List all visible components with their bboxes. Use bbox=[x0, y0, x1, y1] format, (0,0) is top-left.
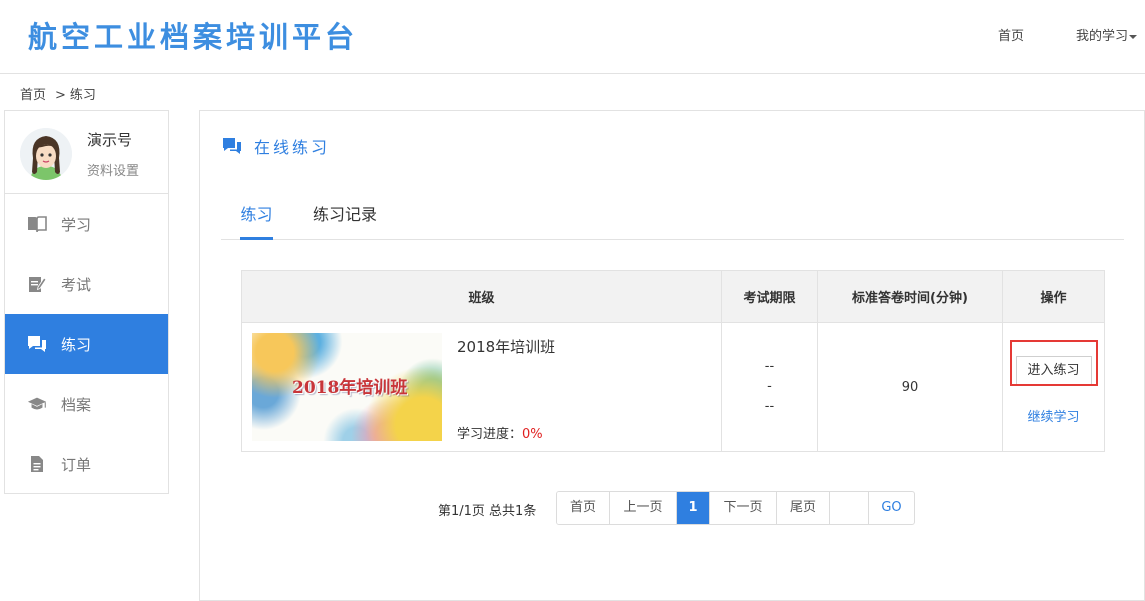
avatar[interactable] bbox=[20, 128, 72, 180]
period-start: -- bbox=[764, 359, 775, 374]
pagination-info: 第1/1页 总共1条 bbox=[438, 504, 537, 519]
sidebar-item-practice[interactable]: 练习 bbox=[5, 314, 168, 374]
sidebar-item-label: 学习 bbox=[61, 215, 92, 234]
pagination: 首页 上一页 1 下一页 尾页 GO bbox=[556, 491, 915, 525]
nav-my-learning-label: 我的学习 bbox=[1076, 29, 1129, 44]
sidebar-item-label: 订单 bbox=[61, 455, 92, 474]
user-name: 演示号 bbox=[87, 131, 133, 149]
sidebar-item-label: 档案 bbox=[61, 395, 92, 414]
sidebar-item-label: 考试 bbox=[61, 275, 92, 294]
site-logo[interactable]: 航空工业档案培训平台 bbox=[28, 14, 358, 56]
page-number-current[interactable]: 1 bbox=[677, 492, 710, 524]
caret-down-icon bbox=[1129, 34, 1138, 39]
column-header-actions: 操作 bbox=[1002, 270, 1105, 323]
page-go-button[interactable]: GO bbox=[869, 492, 914, 524]
page-title-text: 在线练习 bbox=[254, 138, 331, 157]
page-prev-button[interactable]: 上一页 bbox=[610, 492, 677, 524]
table-header-row: 班级 考试期限 标准答卷时间(分钟) 操作 bbox=[241, 270, 1105, 323]
main-panel: 在线练习 练习 练习记录 班级 考试期限 标准答卷时间(分钟) 操作 2018年 bbox=[199, 110, 1145, 601]
user-profile: 演示号 资料设置 bbox=[5, 111, 168, 194]
nav-my-learning-dropdown[interactable]: 我的学习 bbox=[1076, 25, 1138, 44]
profile-settings-link[interactable]: 资料设置 bbox=[87, 160, 139, 179]
class-name: 2018年培训班 bbox=[457, 338, 556, 356]
exam-period: -- - -- bbox=[722, 357, 817, 417]
sidebar-item-study[interactable]: 学习 bbox=[5, 194, 168, 254]
sidebar-item-orders[interactable]: 订单 bbox=[5, 434, 168, 494]
study-progress: 学习进度：0% bbox=[457, 423, 543, 442]
chat-icon bbox=[27, 334, 47, 354]
progress-label: 学习进度： bbox=[457, 427, 523, 442]
document-icon bbox=[27, 454, 47, 474]
tab-bar: 练习 练习记录 bbox=[221, 201, 1124, 240]
breadcrumb-current: 练习 bbox=[69, 88, 96, 103]
progress-value: 0% bbox=[522, 427, 543, 442]
edit-icon bbox=[27, 274, 47, 294]
top-header: 航空工业档案培训平台 首页 我的学习 bbox=[0, 0, 1145, 74]
page-next-button[interactable]: 下一页 bbox=[710, 492, 777, 524]
continue-learning-link[interactable]: 继续学习 bbox=[1003, 406, 1104, 425]
graduation-cap-icon bbox=[27, 394, 47, 414]
page-first-button[interactable]: 首页 bbox=[557, 492, 610, 524]
chat-icon bbox=[222, 137, 242, 155]
period-separator: - bbox=[767, 379, 772, 394]
book-icon bbox=[27, 214, 47, 234]
course-thumbnail[interactable]: 2018年培训班 bbox=[252, 333, 442, 441]
page-last-button[interactable]: 尾页 bbox=[777, 492, 830, 524]
breadcrumb: 首页 > 练习 bbox=[20, 84, 96, 103]
actions-cell: 进入练习 继续学习 bbox=[1002, 322, 1105, 452]
class-cell: 2018年培训班 2018年培训班 学习进度：0% bbox=[241, 322, 722, 452]
column-header-standard-time: 标准答卷时间(分钟) bbox=[817, 270, 1003, 323]
column-header-exam-period: 考试期限 bbox=[721, 270, 818, 323]
standard-time-cell: 90 bbox=[817, 322, 1003, 452]
practice-table: 班级 考试期限 标准答卷时间(分钟) 操作 2018年培训班 2018年培训班 … bbox=[241, 270, 1105, 452]
enter-practice-button[interactable]: 进入练习 bbox=[1015, 356, 1092, 386]
page-title: 在线练习 bbox=[222, 134, 330, 158]
course-thumbnail-text: 2018年培训班 bbox=[292, 378, 408, 398]
column-header-class: 班级 bbox=[241, 270, 722, 323]
tab-practice-records[interactable]: 练习记录 bbox=[312, 201, 378, 240]
sidebar-item-archive[interactable]: 档案 bbox=[5, 374, 168, 434]
exam-period-cell: -- - -- bbox=[721, 322, 818, 452]
sidebar-item-exam[interactable]: 考试 bbox=[5, 254, 168, 314]
nav-home-link[interactable]: 首页 bbox=[998, 25, 1024, 44]
page-jump-input[interactable] bbox=[830, 492, 869, 524]
sidebar-item-label: 练习 bbox=[61, 335, 92, 354]
period-end: -- bbox=[764, 399, 775, 414]
table-row: 2018年培训班 2018年培训班 学习进度：0% -- - -- 90 进入练… bbox=[241, 322, 1105, 452]
breadcrumb-separator: > bbox=[55, 88, 66, 103]
sidebar: 演示号 资料设置 学习 考试 练习 档案 订单 bbox=[4, 110, 169, 494]
tab-practice[interactable]: 练习 bbox=[240, 201, 273, 240]
breadcrumb-home-link[interactable]: 首页 bbox=[20, 88, 46, 103]
